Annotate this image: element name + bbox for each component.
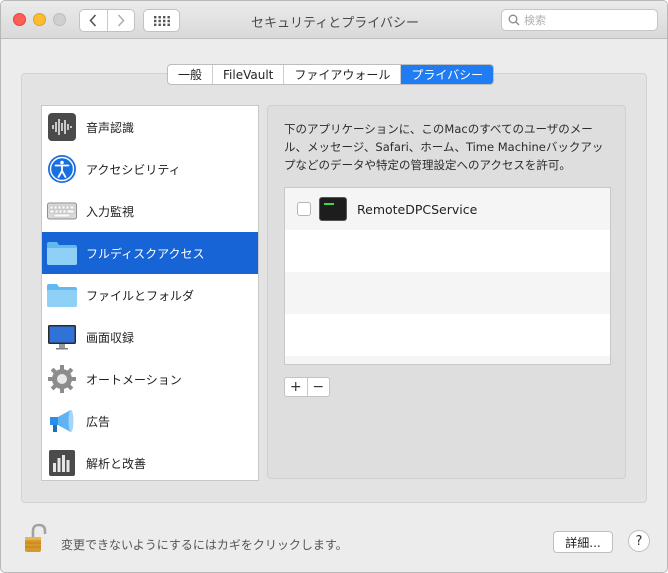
list-item-empty [285,230,610,272]
lock-hint-text: 変更できないようにするにはカギをクリックします。 [61,538,348,552]
details-button[interactable]: 詳細... [553,531,613,553]
sidebar-item-label: オートメーション [86,372,182,387]
list-item-empty [285,314,610,356]
add-remove-control: + − [284,377,330,397]
show-all-button[interactable] [143,9,180,32]
full-disk-access-description: 下のアプリケーションに、このMacのすべてのユーザのメール、メッセージ、Safa… [284,122,604,172]
title-bar: セキュリティとプライバシー [1,1,667,39]
tab-privacy[interactable]: プライバシー [400,65,494,84]
list-item-empty [285,356,610,364]
sidebar-item-label: アクセシビリティ [86,162,181,177]
sidebar-item-files-and-folders[interactable]: ファイルとフォルダ [42,274,258,316]
keyboard-icon [46,195,78,227]
forward-button[interactable] [106,10,135,31]
grid-icon [153,15,170,26]
sidebar-item-advertising[interactable]: 広告 [42,400,258,442]
accessibility-icon [46,153,78,185]
app-checkbox[interactable] [297,202,311,216]
search-input[interactable] [524,13,644,27]
preferences-window: セキュリティとプライバシー 一般 FileVault ファイアウォール プライバ… [0,0,668,573]
chevron-right-icon [117,14,125,27]
sidebar-item-label: 広告 [86,414,111,429]
tab-bar: 一般 FileVault ファイアウォール プライバシー [167,64,495,85]
search-field[interactable] [501,9,658,31]
sidebar-item-label: 画面収録 [86,330,135,345]
gear-icon [46,363,78,395]
sidebar-item-full-disk-access[interactable]: フルディスクアクセス [42,232,258,274]
help-button[interactable]: ? [628,530,650,552]
sidebar-item-label: 入力監視 [86,204,135,219]
tab-general[interactable]: 一般 [168,65,212,84]
allowed-apps-list: RemoteDPCService [284,187,611,365]
sidebar-item-speech-recognition[interactable]: 音声認識 [42,106,258,148]
remove-app-button[interactable]: − [306,378,330,396]
navigation-buttons [79,9,135,32]
tab-firewall[interactable]: ファイアウォール [283,65,400,84]
privacy-category-list: 音声認識 アクセシビリティ 入力監視 フルディスクアクセス ファイルとフォルダ [41,105,259,481]
sidebar-item-label: ファイルとフォルダ [86,288,195,303]
speech-waveform-icon [46,111,78,143]
list-item[interactable]: RemoteDPCService [285,188,610,230]
folder-icon [46,237,78,269]
sidebar-item-analytics[interactable]: 解析と改善 [42,442,258,484]
sidebar-item-label: 音声認識 [86,120,135,135]
sidebar-item-automation[interactable]: オートメーション [42,358,258,400]
minimize-window-button[interactable] [33,13,46,26]
zoom-window-button[interactable] [53,13,66,26]
add-app-button[interactable]: + [285,378,307,396]
megaphone-icon [46,405,78,437]
window-title: セキュリティとプライバシー [251,16,419,31]
sidebar-item-label: 解析と改善 [86,456,147,471]
terminal-icon [319,197,347,221]
folder-icon [46,279,78,311]
sidebar-item-input-monitoring[interactable]: 入力監視 [42,190,258,232]
list-item-empty [285,272,610,314]
app-name: RemoteDPCService [357,201,478,217]
back-button[interactable] [80,10,107,31]
display-icon [46,321,78,353]
search-icon [508,14,520,26]
lock-icon[interactable] [23,523,47,555]
close-window-button[interactable] [13,13,26,26]
sidebar-item-screen-recording[interactable]: 画面収録 [42,316,258,358]
sidebar-item-label: フルディスクアクセス [86,246,205,261]
sidebar-item-accessibility[interactable]: アクセシビリティ [42,148,258,190]
tab-filevault[interactable]: FileVault [212,65,283,84]
bar-chart-icon [46,447,78,479]
chevron-left-icon [89,14,97,27]
